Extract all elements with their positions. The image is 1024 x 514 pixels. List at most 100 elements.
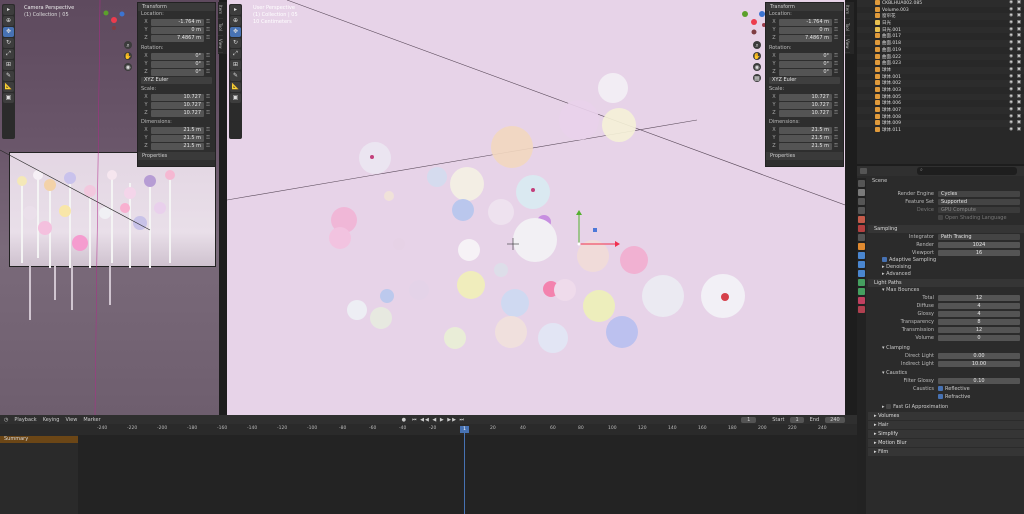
outliner-item[interactable]: CKBLHUA002.085 ◉ ▣: [857, 0, 1024, 7]
rotation-z[interactable]: Z 0° ⚿: [766, 68, 843, 76]
constraints-icon[interactable]: [858, 279, 865, 286]
output-icon[interactable]: [858, 198, 865, 205]
scale-x[interactable]: X 10.727 ⚿: [138, 93, 215, 101]
current-frame-field[interactable]: 1: [741, 417, 757, 423]
pan-icon[interactable]: ✋: [753, 52, 761, 60]
add-cube-icon[interactable]: ▣: [3, 93, 14, 103]
caustics-refractive-row[interactable]: Refractive: [868, 393, 1024, 401]
adaptive-sampling-row[interactable]: Adaptive Sampling: [868, 257, 1024, 264]
grid-icon[interactable]: ▦: [753, 74, 761, 82]
sampling-section[interactable]: Sampling: [868, 225, 1024, 233]
outliner-item[interactable]: 窗帘花 ◉ ▣: [857, 13, 1024, 21]
select-box-icon[interactable]: ▸: [230, 5, 241, 15]
advanced-row[interactable]: ▸ Advanced: [868, 271, 1024, 278]
render-icon[interactable]: [858, 189, 865, 196]
scale-y[interactable]: Y 10.727 ⚿: [766, 101, 843, 109]
location-y[interactable]: Y0 m ⚿: [766, 26, 843, 34]
scene-icon[interactable]: [858, 216, 865, 223]
menu-view[interactable]: View: [65, 417, 77, 423]
playhead-frame[interactable]: 1: [460, 426, 469, 433]
measure-icon[interactable]: 📐: [230, 82, 241, 92]
bounce-transmission[interactable]: Transmission 12: [868, 326, 1024, 334]
scale-y[interactable]: Y 10.727 ⚿: [138, 101, 215, 109]
location-z[interactable]: Z 7.4867 m ⚿: [766, 34, 843, 42]
bounce-total[interactable]: Total 12: [868, 294, 1024, 302]
light-paths-section[interactable]: Light Paths: [868, 279, 1024, 287]
transform-header[interactable]: Transform: [766, 3, 843, 11]
clock-icon[interactable]: ◷: [4, 417, 8, 423]
outliner-item[interactable]: Volume.003 ◉ ▣: [857, 6, 1024, 14]
modifier-icon[interactable]: [858, 252, 865, 259]
outliner-item[interactable]: 球体.002 ◉ ▣: [857, 80, 1024, 87]
view-layer-icon[interactable]: [858, 207, 865, 214]
volumes-section[interactable]: ▸ Volumes: [868, 412, 1024, 420]
viewport-nav-buttons[interactable]: ⌕ ✋ ◉: [123, 40, 132, 78]
menu-playback[interactable]: Playback: [14, 417, 36, 423]
menu-marker[interactable]: Marker: [83, 417, 100, 423]
scale-x[interactable]: X 10.727 ⚿: [766, 93, 843, 101]
tab-tool[interactable]: Tool: [845, 19, 850, 36]
rotation-mode[interactable]: XYZ Euler: [766, 76, 843, 84]
zoom-icon[interactable]: ⌕: [124, 41, 132, 49]
annotate-icon[interactable]: ✎: [230, 71, 241, 81]
outliner-item[interactable]: 球体.001 ◉ ▣: [857, 73, 1024, 81]
transform-header[interactable]: Transform: [138, 3, 215, 11]
camera-view-icon[interactable]: ◉: [124, 63, 132, 71]
rotation-mode[interactable]: XYZ Euler: [138, 76, 215, 84]
annotate-icon[interactable]: ✎: [3, 71, 14, 81]
navigation-gizmo[interactable]: [102, 8, 126, 34]
collection-icon[interactable]: [858, 234, 865, 241]
outliner-item[interactable]: 球体.011 ◉ ▣: [857, 127, 1024, 134]
physics-icon[interactable]: [858, 270, 865, 277]
outliner-item[interactable]: 球体 ◉ ▣: [857, 66, 1024, 74]
motion-blur-section[interactable]: ▸ Motion Blur: [868, 439, 1024, 447]
bounce-volume[interactable]: Volume 0: [868, 334, 1024, 342]
record-icon[interactable]: ●: [402, 417, 406, 423]
location-x[interactable]: X -1.764 m ⚿: [766, 18, 843, 26]
rotate-icon[interactable]: ↻: [230, 38, 241, 48]
rotation-z[interactable]: Z 0° ⚿: [138, 68, 215, 76]
hair-section[interactable]: ▸ Hair: [868, 421, 1024, 429]
zoom-icon[interactable]: ⌕: [753, 41, 761, 49]
scale-z[interactable]: Z 10.727 ⚿: [766, 109, 843, 117]
start-field[interactable]: 1: [790, 417, 804, 423]
outliner-item[interactable]: 曲面.017 ◉ ▣: [857, 33, 1024, 40]
tab-item[interactable]: Item: [845, 2, 850, 19]
properties-search-input[interactable]: ⌕: [917, 167, 1017, 175]
add-cube-icon[interactable]: ▣: [230, 93, 241, 103]
osl-row[interactable]: Open Shading Language: [868, 214, 1024, 222]
playhead-line[interactable]: [464, 427, 465, 514]
properties-header[interactable]: Properties: [766, 152, 843, 160]
bounce-transparency[interactable]: Transparency 8: [868, 318, 1024, 326]
select-box-icon[interactable]: ▸: [3, 5, 14, 15]
scale-icon[interactable]: ⤢: [3, 49, 14, 59]
scale-z[interactable]: Z 10.727 ⚿: [138, 109, 215, 117]
transform-icon[interactable]: ⊞: [230, 60, 241, 70]
data-icon[interactable]: [858, 288, 865, 295]
outliner-item[interactable]: 曲面.022 ◉ ▣: [857, 53, 1024, 61]
pan-icon[interactable]: ✋: [124, 52, 132, 60]
outliner-item[interactable]: 球体.009 ◉ ▣: [857, 120, 1024, 128]
outliner-item[interactable]: 球体.007 ◉ ▣: [857, 107, 1024, 114]
integrator-row[interactable]: Integrator Path Tracing: [868, 233, 1024, 241]
location-y[interactable]: Y0 m ⚿: [138, 26, 215, 34]
filter-glossy-row[interactable]: Filter Glossy 0.10: [868, 377, 1024, 385]
tab-item[interactable]: Item: [218, 2, 223, 19]
outliner-item[interactable]: 球体.003 ◉ ▣: [857, 86, 1024, 94]
move-icon[interactable]: ✥: [230, 27, 241, 37]
outliner-item[interactable]: 曲面.018 ◉ ▣: [857, 40, 1024, 47]
render-samples-row[interactable]: Render 1024: [868, 241, 1024, 249]
rotation-y[interactable]: Y 0° ⚿: [766, 60, 843, 68]
render-engine-row[interactable]: Render Engine Cycles: [868, 190, 1024, 198]
editor-type-icon[interactable]: [860, 168, 867, 174]
feature-set-row[interactable]: Feature Set Supported: [868, 198, 1024, 206]
caustics-section-row[interactable]: ▾ Caustics: [868, 370, 1024, 377]
rotation-x[interactable]: X 0° ⚿: [138, 52, 215, 60]
world-icon[interactable]: [858, 225, 865, 232]
location-z[interactable]: Z 7.4867 m ⚿: [138, 34, 215, 42]
main-viewport-nav-buttons[interactable]: ⌕ ✋ ◉ ▦: [752, 40, 761, 82]
main-navigation-gizmo[interactable]: [740, 8, 768, 38]
viewport-samples-row[interactable]: Viewport 16: [868, 249, 1024, 257]
cursor-icon[interactable]: ⊕: [230, 16, 241, 26]
camera-view-icon[interactable]: ◉: [753, 63, 761, 71]
